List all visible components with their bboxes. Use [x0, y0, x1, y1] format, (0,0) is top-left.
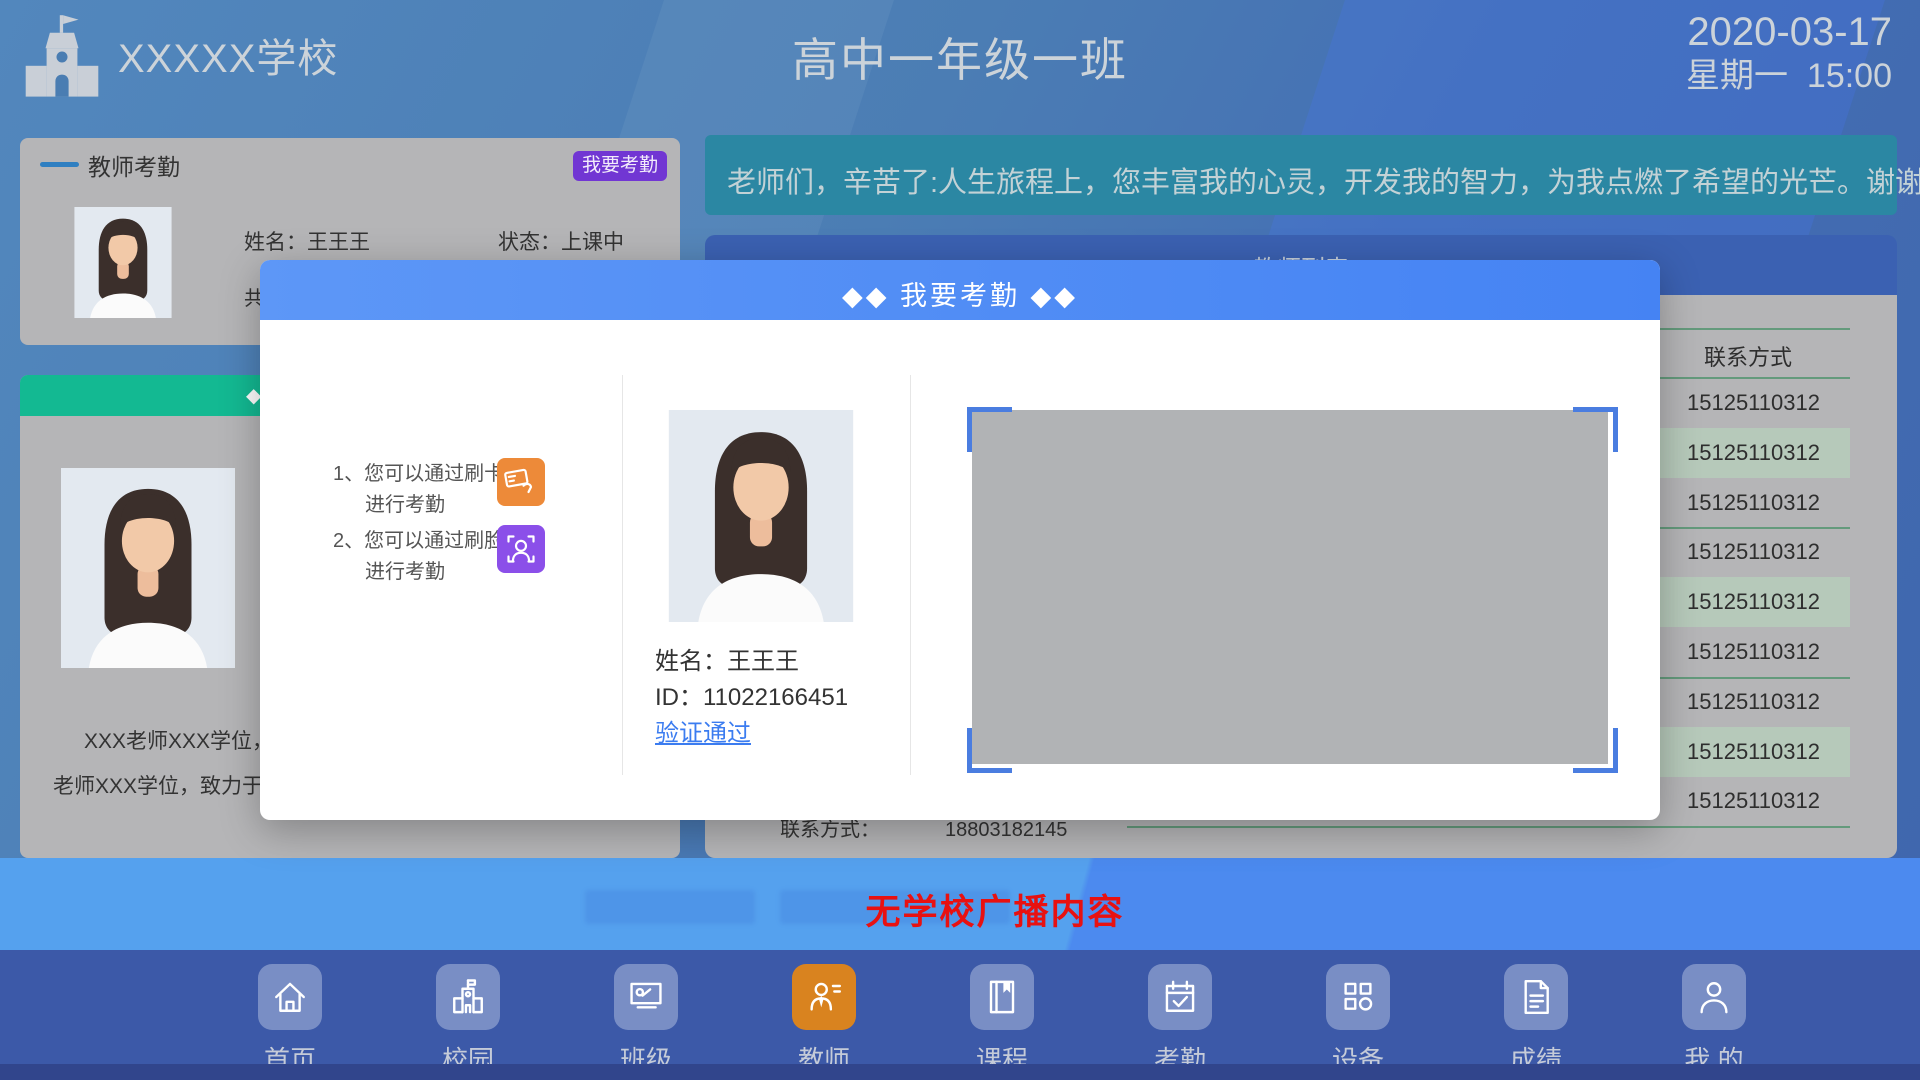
card-swipe-icon: [497, 458, 545, 506]
nav-item-class[interactable]: 班级: [581, 964, 711, 1077]
course-icon: [970, 964, 1034, 1030]
instruction-line: 进行考勤: [365, 555, 445, 584]
contact-column-header: 联系方式: [1648, 340, 1848, 372]
bottom-nav: 首页校园班级教师课程考勤设备成绩我 的: [0, 950, 1920, 1080]
modal-title: ◆◆ 我要考勤 ◆◆: [260, 274, 1660, 313]
nav-item-grades[interactable]: 成绩: [1471, 964, 1601, 1077]
camera-corner-bracket: [967, 407, 1012, 452]
weekday-time-text: 星期一 15:00: [1686, 56, 1892, 96]
date-text: 2020-03-17: [1686, 8, 1892, 56]
camera-corner-bracket: [1573, 407, 1618, 452]
attendance-icon: [1148, 964, 1212, 1030]
modal-id-row: ID：11022166451: [655, 677, 848, 712]
teacher-status-row: 状态：上课中: [498, 226, 624, 256]
teacher-photo: [66, 207, 180, 318]
broadcast-text: 无学校广播内容: [0, 884, 1920, 935]
class-icon: [614, 964, 678, 1030]
instruction-line: 1、您可以通过刷卡: [333, 457, 504, 486]
attendance-modal: ◆◆ 我要考勤 ◆◆ 1、您可以通过刷卡 进行考勤 2、您可以通过刷脸 进行考勤: [260, 260, 1660, 820]
instruction-line: 进行考勤: [365, 488, 445, 517]
instruction-line: 2、您可以通过刷脸: [333, 524, 504, 553]
nav-item-course[interactable]: 课程: [937, 964, 1067, 1077]
verified-teacher-photo: [655, 410, 867, 622]
teacher-icon: [792, 964, 856, 1030]
teacher-portrait-photo: [61, 465, 235, 671]
camera-preview-area: [972, 410, 1608, 764]
face-scan-icon: [497, 525, 545, 573]
teacher-greeting-banner: 老师们，辛苦了:人生旅程上，您丰富我的心灵，开发我的智力，为我点燃了希望的光芒。…: [705, 135, 1897, 215]
camera-corner-bracket: [967, 728, 1012, 773]
nav-item-campus[interactable]: 校园: [403, 964, 533, 1077]
campus-icon: [436, 964, 500, 1030]
nav-item-profile[interactable]: 我 的: [1649, 964, 1779, 1077]
table-line: [1127, 826, 1850, 828]
grades-icon: [1504, 964, 1568, 1030]
greeting-text: 老师们，辛苦了:人生旅程上，您丰富我的心灵，开发我的智力，为我点燃了希望的光芒。…: [727, 159, 1920, 201]
nav-item-device[interactable]: 设备: [1293, 964, 1423, 1077]
camera-corner-bracket: [1573, 728, 1618, 773]
device-icon: [1326, 964, 1390, 1030]
verify-status-link[interactable]: 验证通过: [655, 713, 751, 748]
datetime-display: 2020-03-17 星期一 15:00: [1686, 8, 1892, 96]
nav-item-teacher[interactable]: 教师: [759, 964, 889, 1077]
bottom-strip: [0, 1064, 1920, 1080]
profile-icon: [1682, 964, 1746, 1030]
modal-name-row: 姓名：王王王: [655, 641, 799, 676]
attend-button[interactable]: 我要考勤: [573, 151, 667, 181]
home-icon: [258, 964, 322, 1030]
nav-item-attendance[interactable]: 考勤: [1115, 964, 1245, 1077]
smart-class-board-screen: XXXXX学校 高中一年级一班 2020-03-17 星期一 15:00 教师考…: [0, 0, 1920, 1080]
class-title: 高中一年级一班: [0, 24, 1920, 90]
nav-item-home[interactable]: 首页: [225, 964, 355, 1077]
title-dash: [40, 162, 79, 167]
teacher-name-row: 姓名：王王王: [244, 226, 370, 256]
broadcast-banner: 无学校广播内容: [0, 858, 1920, 950]
modal-divider: [910, 375, 911, 775]
modal-divider: [622, 375, 623, 775]
card-title: 教师考勤: [88, 148, 180, 182]
